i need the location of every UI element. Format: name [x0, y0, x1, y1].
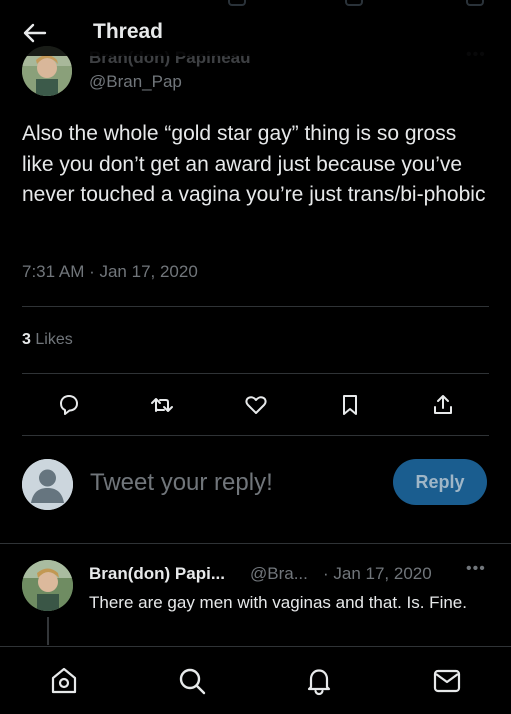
reply-author-name[interactable]: Bran(don) Papi...	[89, 564, 225, 584]
divider	[22, 306, 489, 307]
bookmark-icon[interactable]	[336, 391, 364, 419]
share-icon-remnant	[466, 0, 484, 6]
reply-text: There are gay men with vaginas and that.…	[89, 593, 467, 612]
bottom-nav	[0, 646, 511, 714]
likes-count[interactable]: 3 Likes	[22, 331, 73, 349]
tweet-timestamp[interactable]: 7:31 AM · Jan 17, 2020	[22, 262, 198, 282]
likes-label: Likes	[35, 331, 73, 348]
reply-composer: Reply	[0, 452, 511, 516]
author-handle[interactable]: @Bran_Pap	[89, 72, 182, 92]
retweet-icon-remnant	[228, 0, 246, 6]
like-icon[interactable]	[242, 391, 270, 419]
like-icon-remnant	[345, 0, 363, 6]
thread-line	[47, 617, 49, 645]
messages-icon[interactable]	[431, 665, 463, 697]
retweet-icon[interactable]	[148, 391, 176, 419]
reply-author-avatar[interactable]	[22, 560, 73, 611]
share-icon[interactable]	[429, 391, 457, 419]
more-options-icon[interactable]: •••	[466, 560, 486, 578]
reply-input[interactable]	[90, 466, 380, 500]
notifications-icon[interactable]	[303, 665, 335, 697]
page-title: Thread	[93, 20, 164, 43]
thread-header: Thread	[0, 10, 511, 56]
divider	[0, 543, 511, 544]
back-arrow-icon[interactable]	[22, 22, 48, 44]
reply-icon[interactable]	[55, 391, 83, 419]
tweet-text: Also the whole “gold star gay” thing is …	[22, 122, 486, 206]
reply-button[interactable]: Reply	[393, 459, 487, 505]
likes-number: 3	[22, 331, 31, 348]
user-avatar[interactable]	[22, 459, 73, 510]
divider	[22, 373, 489, 374]
reply-tweet[interactable]: Bran(don) Papi... @Bra... · Jan 17, 2020…	[0, 545, 511, 645]
tweet-actions	[0, 385, 511, 425]
search-icon[interactable]	[176, 665, 208, 697]
divider	[22, 435, 489, 436]
reply-date[interactable]: · Jan 17, 2020	[323, 564, 432, 584]
reply-author-handle[interactable]: @Bra...	[250, 564, 308, 584]
home-icon[interactable]	[48, 665, 80, 697]
